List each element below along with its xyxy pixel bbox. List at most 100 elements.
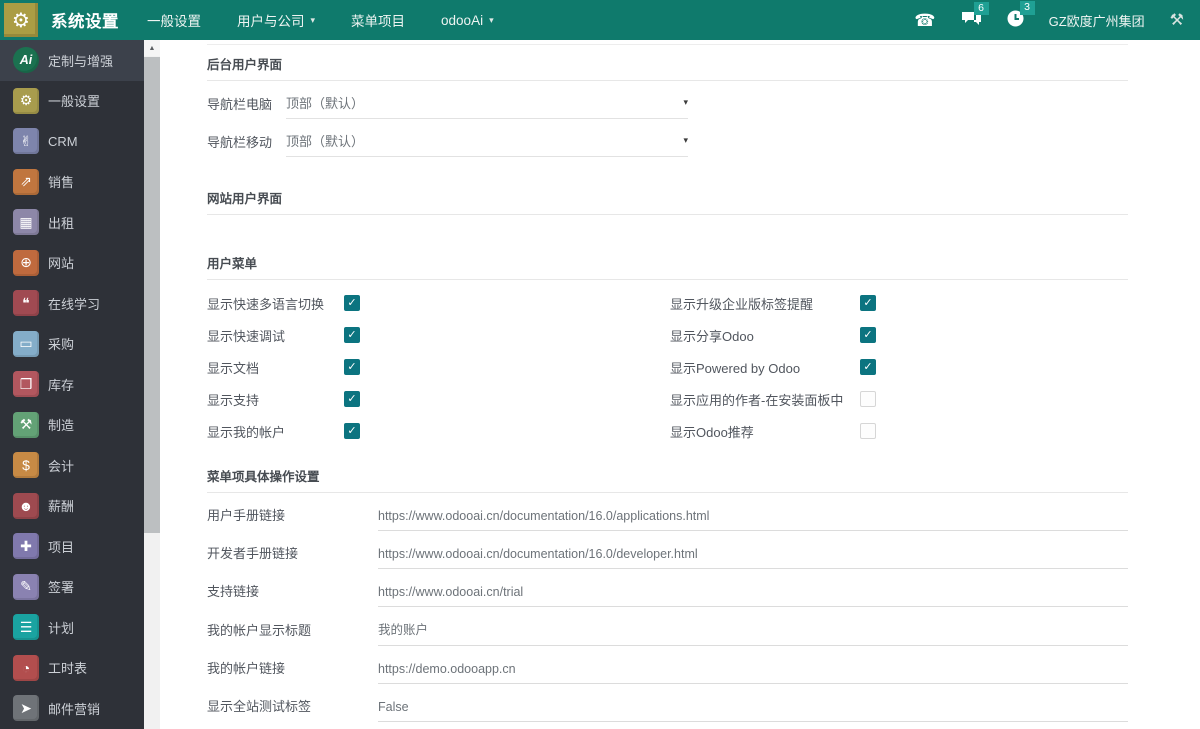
sidebar-item-manufacturing[interactable]: ⚒ 制造 [0, 405, 144, 446]
sidebar-item-label: 项目 [48, 537, 74, 556]
sidebar-item-payroll[interactable]: ☻ 薪酬 [0, 486, 144, 527]
sidebar-item-general-settings[interactable]: ⚙ 一般设置 [0, 81, 144, 122]
section-title-user-menu: 用户菜单 [207, 253, 1128, 280]
test-label-input[interactable]: False [378, 700, 1128, 722]
wrench-icon: ⚒ [13, 412, 39, 438]
sidebar-item-sign[interactable]: ✎ 签署 [0, 567, 144, 608]
checkbox-quick-debug[interactable]: ✓ [344, 327, 360, 343]
page-title: 系统设置 [51, 8, 119, 32]
sidebar-item-sales[interactable]: ⇗ 销售 [0, 162, 144, 203]
globe-icon: ⊕ [13, 250, 39, 276]
settings-form: 后台用户界面 导航栏电脑 顶部（默认） ▾ 导航栏移动 顶部（默认） ▾ 网站用… [160, 40, 1200, 729]
checkbox-label: 显示升级企业版标签提醒 [670, 294, 860, 313]
user-manual-link-input[interactable]: https://www.odooai.cn/documentation/16.0… [378, 509, 1128, 531]
app-gear-icon[interactable]: ⚙ [4, 3, 38, 37]
navbar-mobile-select[interactable]: 顶部（默认） ▾ [286, 131, 688, 157]
section-title-backend-ui: 后台用户界面 [207, 54, 1128, 81]
menu-users-company[interactable]: 用户与公司 ▾ [237, 10, 315, 30]
sidebar-item-label: 库存 [48, 375, 74, 394]
checkbox-share-odoo[interactable]: ✓ [860, 327, 876, 343]
checkbox-upgrade-reminder[interactable]: ✓ [860, 295, 876, 311]
sidebar-item-label: 网站 [48, 253, 74, 272]
field-label: 我的帐户显示标题 [207, 620, 378, 646]
scroll-up-arrow-icon[interactable]: ▲ [144, 40, 160, 56]
field-label: 开发者手册链接 [207, 543, 378, 569]
sidebar-item-label: 会计 [48, 456, 74, 475]
sidebar-item-website[interactable]: ⊕ 网站 [0, 243, 144, 284]
sidebar-item-label: 定制与增强 [48, 51, 113, 70]
purchase-card-icon: ▭ [13, 331, 39, 357]
checkbox-label: 显示我的帐户 [207, 422, 344, 441]
sidebar-item-label: 工时表 [48, 658, 87, 677]
sidebar-item-label: CRM [48, 134, 78, 149]
menu-menu-items[interactable]: 菜单项目 [351, 10, 405, 30]
form-row-navbar-desktop: 导航栏电脑 顶部（默认） ▾ [207, 93, 688, 119]
sidebar-item-customization[interactable]: Ai 定制与增强 [0, 40, 144, 81]
topbar-right: ☎ 6 3 GZ欧度广州集团 ⚒ [914, 10, 1200, 30]
activities-icon[interactable]: 3 [1007, 10, 1024, 30]
ai-badge-icon: Ai [13, 47, 39, 73]
form-row-user-manual: 用户手册链接 https://www.odooai.cn/documentati… [207, 505, 1128, 531]
section-title-website-ui: 网站用户界面 [207, 188, 1128, 215]
checkbox-row: 显示快速调试 ✓ 显示分享Odoo ✓ [207, 326, 1128, 344]
menu-label: odooAi [441, 13, 483, 28]
menu-general-settings[interactable]: 一般设置 [147, 10, 201, 30]
tools-wrench-icon[interactable]: ⚒ [1170, 10, 1184, 30]
checkbox-row: 显示文档 ✓ 显示Powered by Odoo ✓ [207, 358, 1128, 376]
field-label: 我的帐户链接 [207, 658, 378, 684]
sales-chart-icon: ⇗ [13, 169, 39, 195]
select-value: 顶部（默认） [286, 93, 364, 112]
checkbox-multilang[interactable]: ✓ [344, 295, 360, 311]
messages-icon[interactable]: 6 [961, 11, 982, 30]
sidebar-item-purchase[interactable]: ▭ 采购 [0, 324, 144, 365]
user-menu-name[interactable]: GZ欧度广州集团 [1049, 11, 1145, 30]
sidebar-item-label: 薪酬 [48, 496, 74, 515]
sidebar-item-timesheet[interactable]: ◔ 工时表 [0, 648, 144, 689]
checkbox-label: 显示分享Odoo [670, 326, 860, 345]
payroll-icon: ☻ [13, 493, 39, 519]
menu-label: 用户与公司 [237, 10, 305, 30]
form-row-test-label: 显示全站测试标签 False [207, 696, 1128, 722]
chevron-down-icon: ▾ [683, 97, 688, 108]
sidebar-item-email-marketing[interactable]: ➤ 邮件营销 [0, 688, 144, 729]
field-label: 用户手册链接 [207, 505, 378, 531]
checkbox-documentation[interactable]: ✓ [344, 359, 360, 375]
activities-badge: 3 [1020, 1, 1035, 15]
phone-icon[interactable]: ☎ [914, 12, 935, 29]
stopwatch-icon: ◔ [13, 655, 39, 681]
account-title-input[interactable]: 我的账户 [378, 619, 1128, 646]
checkbox-row: 显示我的帐户 ✓ 显示Odoo推荐 [207, 422, 1128, 440]
sidebar-item-inventory[interactable]: ❒ 库存 [0, 364, 144, 405]
sidebar-item-label: 计划 [48, 618, 74, 637]
checkbox-row: 显示支持 ✓ 显示应用的作者-在安装面板中 [207, 390, 1128, 408]
navbar-desktop-select[interactable]: 顶部（默认） ▾ [286, 93, 688, 119]
sidebar-item-planning[interactable]: ☰ 计划 [0, 607, 144, 648]
section-title-menu-settings: 菜单项具体操作设置 [207, 466, 1128, 493]
support-link-input[interactable]: https://www.odooai.cn/trial [378, 585, 1128, 607]
checkbox-support[interactable]: ✓ [344, 391, 360, 407]
sidebar-item-label: 邮件营销 [48, 699, 100, 718]
sidebar-item-elearning[interactable]: ❝ 在线学习 [0, 283, 144, 324]
checkbox-powered-by-odoo[interactable]: ✓ [860, 359, 876, 375]
menu-label: 一般设置 [147, 10, 201, 30]
developer-manual-link-input[interactable]: https://www.odooai.cn/documentation/16.0… [378, 547, 1128, 569]
sidebar-item-crm[interactable]: ✌ CRM [0, 121, 144, 162]
paper-plane-icon: ➤ [13, 695, 39, 721]
sidebar-item-accounting[interactable]: $ 会计 [0, 445, 144, 486]
chevron-down-icon: ▾ [683, 135, 688, 146]
checkbox-app-author[interactable] [860, 391, 876, 407]
sidebar-item-project[interactable]: ✚ 项目 [0, 526, 144, 567]
scrollbar-thumb[interactable] [144, 57, 160, 533]
checkbox-odoo-referral[interactable] [860, 423, 876, 439]
sidebar-item-rental[interactable]: ▦ 出租 [0, 202, 144, 243]
checkbox-label: 显示Odoo推荐 [670, 422, 860, 441]
checkbox-my-account[interactable]: ✓ [344, 423, 360, 439]
vertical-scrollbar[interactable]: ▲ [144, 40, 160, 729]
sidebar-item-label: 销售 [48, 172, 74, 191]
sidebar-item-label: 制造 [48, 415, 74, 434]
handshake-icon: ✌ [13, 128, 39, 154]
sidebar-item-label: 采购 [48, 334, 74, 353]
chevron-down-icon: ▾ [311, 15, 316, 26]
menu-odooai[interactable]: odooAi ▾ [441, 10, 494, 30]
account-link-input[interactable]: https://demo.odooapp.cn [378, 662, 1128, 684]
